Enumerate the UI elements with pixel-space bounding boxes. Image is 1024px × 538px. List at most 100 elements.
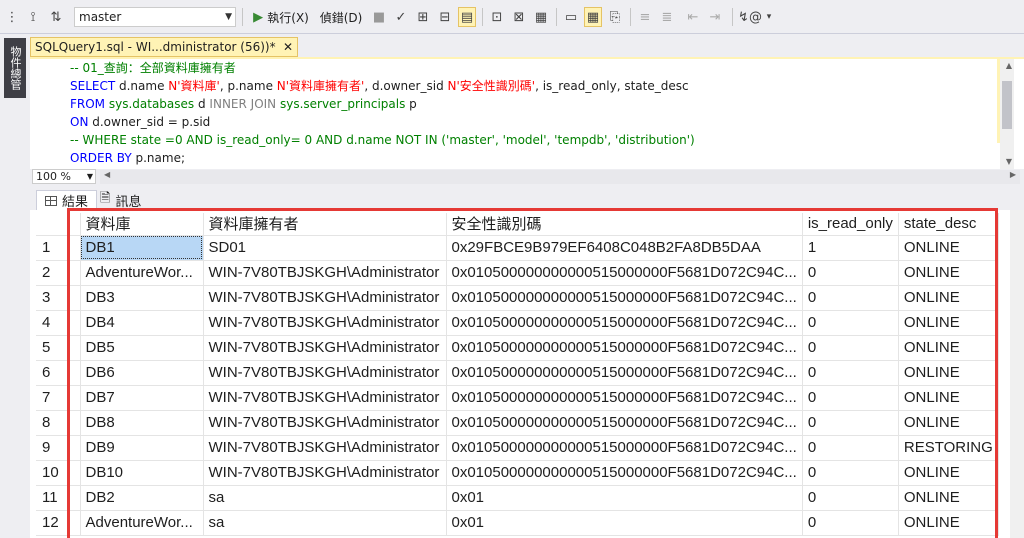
results-to-file2-icon[interactable]: ⎘ — [606, 7, 624, 27]
table-cell[interactable]: 0 — [802, 335, 899, 361]
table-cell[interactable]: ONLINE — [898, 510, 999, 536]
table-cell[interactable]: DB10 — [80, 460, 204, 486]
overflow-chevron-icon[interactable]: ▾ — [764, 7, 774, 27]
scroll-left-icon[interactable]: ◀ — [104, 170, 110, 179]
results-vertical-scrollbar[interactable] — [1010, 210, 1024, 538]
table-row[interactable]: 9 DB9 WIN-7V80TBJSKGH\Administrator 0x01050… — [36, 435, 999, 461]
table-row[interactable]: 8 DB8 WIN-7V80TBJSKGH\Administrator 0x01050… — [36, 410, 999, 436]
query-designer-icon[interactable]: ⊟ — [436, 7, 454, 27]
table-cell[interactable]: WIN-7V80TBJSKGH\Administrator — [203, 260, 447, 286]
row-number[interactable]: 4 — [36, 310, 81, 336]
row-number[interactable]: 9 — [36, 435, 81, 461]
table-cell[interactable]: WIN-7V80TBJSKGH\Administrator — [203, 360, 447, 386]
table-cell[interactable]: 1 — [802, 235, 899, 261]
table-cell[interactable]: DB7 — [80, 385, 204, 411]
table-cell[interactable]: 0 — [802, 385, 899, 411]
table-cell[interactable]: 0x010500000000000515000000F5681D072C94C.… — [446, 385, 803, 411]
results-to-file-icon[interactable]: ▤ — [458, 7, 476, 27]
row-number[interactable]: 3 — [36, 285, 81, 311]
column-header[interactable]: is_read_only — [802, 213, 899, 236]
specify-values-icon[interactable]: ↯@ — [738, 7, 762, 27]
database-select[interactable]: master ▼ — [74, 7, 236, 27]
row-number[interactable]: 5 — [36, 335, 81, 361]
table-row[interactable]: 6 DB6 WIN-7V80TBJSKGH\Administrator 0x01050… — [36, 360, 999, 386]
table-cell[interactable]: DB8 — [80, 410, 204, 436]
row-number[interactable]: 6 — [36, 360, 81, 386]
connect-icon[interactable]: ⟟ — [24, 7, 42, 27]
table-row[interactable]: 1 DB1 SD01 0x29FBCE9B979EF6408C048B2FA8DB5D… — [36, 235, 999, 261]
table-cell[interactable]: 0 — [802, 310, 899, 336]
row-number[interactable]: 11 — [36, 485, 81, 511]
table-cell[interactable]: ONLINE — [898, 385, 999, 411]
table-cell[interactable]: 0 — [802, 460, 899, 486]
table-row[interactable]: 4 DB4 WIN-7V80TBJSKGH\Administrator 0x01050… — [36, 310, 999, 336]
document-tab[interactable]: SQLQuery1.sql - WI...dministrator (56))*… — [30, 37, 298, 57]
column-header[interactable]: state_desc — [898, 213, 999, 236]
query-editor[interactable]: -- 01_查詢：全部資料庫擁有者 SELECT d.name N'資料庫', … — [30, 59, 1024, 169]
table-cell[interactable]: WIN-7V80TBJSKGH\Administrator — [203, 310, 447, 336]
table-cell[interactable]: sa — [203, 510, 447, 536]
table-cell[interactable]: ONLINE — [898, 335, 999, 361]
table-cell[interactable]: ONLINE — [898, 460, 999, 486]
table-cell[interactable]: DB2 — [80, 485, 204, 511]
table-row[interactable]: 10 DB10 WIN-7V80TBJSKGH\Administrator 0x010… — [36, 460, 999, 486]
table-cell[interactable]: sa — [203, 485, 447, 511]
row-number[interactable]: 1 — [36, 235, 81, 261]
table-cell[interactable]: DB4 — [80, 310, 204, 336]
live-stats-icon[interactable]: ⊠ — [510, 7, 528, 27]
stop-icon[interactable]: ■ — [372, 7, 386, 27]
sql-code[interactable]: -- 01_查詢：全部資料庫擁有者 SELECT d.name N'資料庫', … — [70, 59, 1000, 167]
table-cell[interactable]: AdventureWor... — [80, 510, 204, 536]
table-cell[interactable]: 0 — [802, 260, 899, 286]
increase-indent-icon[interactable]: ⇥ — [706, 7, 724, 27]
column-header[interactable]: 資料庫 — [80, 213, 204, 236]
table-cell[interactable]: 0x010500000000000515000000F5681D072C94C.… — [446, 310, 803, 336]
table-cell[interactable]: 0 — [802, 285, 899, 311]
table-cell[interactable]: WIN-7V80TBJSKGH\Administrator — [203, 410, 447, 436]
table-cell[interactable]: 0x01 — [446, 510, 803, 536]
comment-icon[interactable]: ≡ — [636, 7, 654, 27]
uncomment-icon[interactable]: ≣ — [658, 7, 676, 27]
column-header[interactable]: 資料庫擁有者 — [203, 213, 447, 236]
table-cell[interactable]: ONLINE — [898, 235, 999, 261]
table-cell[interactable]: WIN-7V80TBJSKGH\Administrator — [203, 385, 447, 411]
table-cell[interactable]: 0x010500000000000515000000F5681D072C94C.… — [446, 435, 803, 461]
table-cell[interactable]: 0 — [802, 485, 899, 511]
display-plan-icon[interactable]: ⊞ — [414, 7, 432, 27]
table-cell[interactable]: DB1 — [80, 235, 204, 261]
table-cell[interactable]: ONLINE — [898, 285, 999, 311]
table-cell[interactable]: 0x010500000000000515000000F5681D072C94C.… — [446, 285, 803, 311]
table-cell[interactable]: WIN-7V80TBJSKGH\Administrator — [203, 335, 447, 361]
table-row[interactable]: 11 DB2 sa 0x01 0 ONLINE — [36, 485, 999, 511]
row-number[interactable]: 2 — [36, 260, 81, 286]
table-cell[interactable]: SD01 — [203, 235, 447, 261]
change-connection-icon[interactable]: ⇅ — [46, 7, 66, 27]
table-cell[interactable]: DB3 — [80, 285, 204, 311]
table-cell[interactable]: 0x010500000000000515000000F5681D072C94C.… — [446, 460, 803, 486]
row-number-header[interactable] — [36, 213, 81, 236]
results-to-text-icon[interactable]: ▭ — [562, 7, 580, 27]
table-cell[interactable]: ONLINE — [898, 485, 999, 511]
scrollbar-thumb[interactable] — [1002, 81, 1012, 129]
table-cell[interactable]: 0x010500000000000515000000F5681D072C94C.… — [446, 260, 803, 286]
close-icon[interactable]: ✕ — [283, 38, 293, 56]
tab-messages[interactable]: 🗎 訊息 — [92, 190, 149, 210]
include-plan-icon[interactable]: ⊡ — [488, 7, 506, 27]
table-cell[interactable]: DB5 — [80, 335, 204, 361]
table-cell[interactable]: WIN-7V80TBJSKGH\Administrator — [203, 435, 447, 461]
row-number[interactable]: 10 — [36, 460, 81, 486]
table-cell[interactable]: DB9 — [80, 435, 204, 461]
parse-check-icon[interactable]: ✓ — [394, 7, 408, 27]
tab-results[interactable]: 結果 — [36, 190, 98, 210]
scroll-up-icon[interactable]: ▲ — [1006, 61, 1012, 70]
table-cell[interactable]: DB6 — [80, 360, 204, 386]
table-cell[interactable]: RESTORING — [898, 435, 999, 461]
zoom-select[interactable]: 100 % ▼ — [32, 169, 96, 184]
object-explorer-tab[interactable]: 物件總管 — [4, 38, 26, 98]
table-cell[interactable]: ONLINE — [898, 310, 999, 336]
table-row[interactable]: 2 AdventureWor... WIN-7V80TBJSKGH\Administ… — [36, 260, 999, 286]
table-row[interactable]: 3 DB3 WIN-7V80TBJSKGH\Administrator 0x01050… — [36, 285, 999, 311]
results-to-grid-icon[interactable]: ▦ — [584, 7, 602, 27]
table-row[interactable]: 12 AdventureWor... sa 0x01 0 ONLINE — [36, 510, 999, 536]
scroll-down-icon[interactable]: ▼ — [1006, 157, 1012, 166]
